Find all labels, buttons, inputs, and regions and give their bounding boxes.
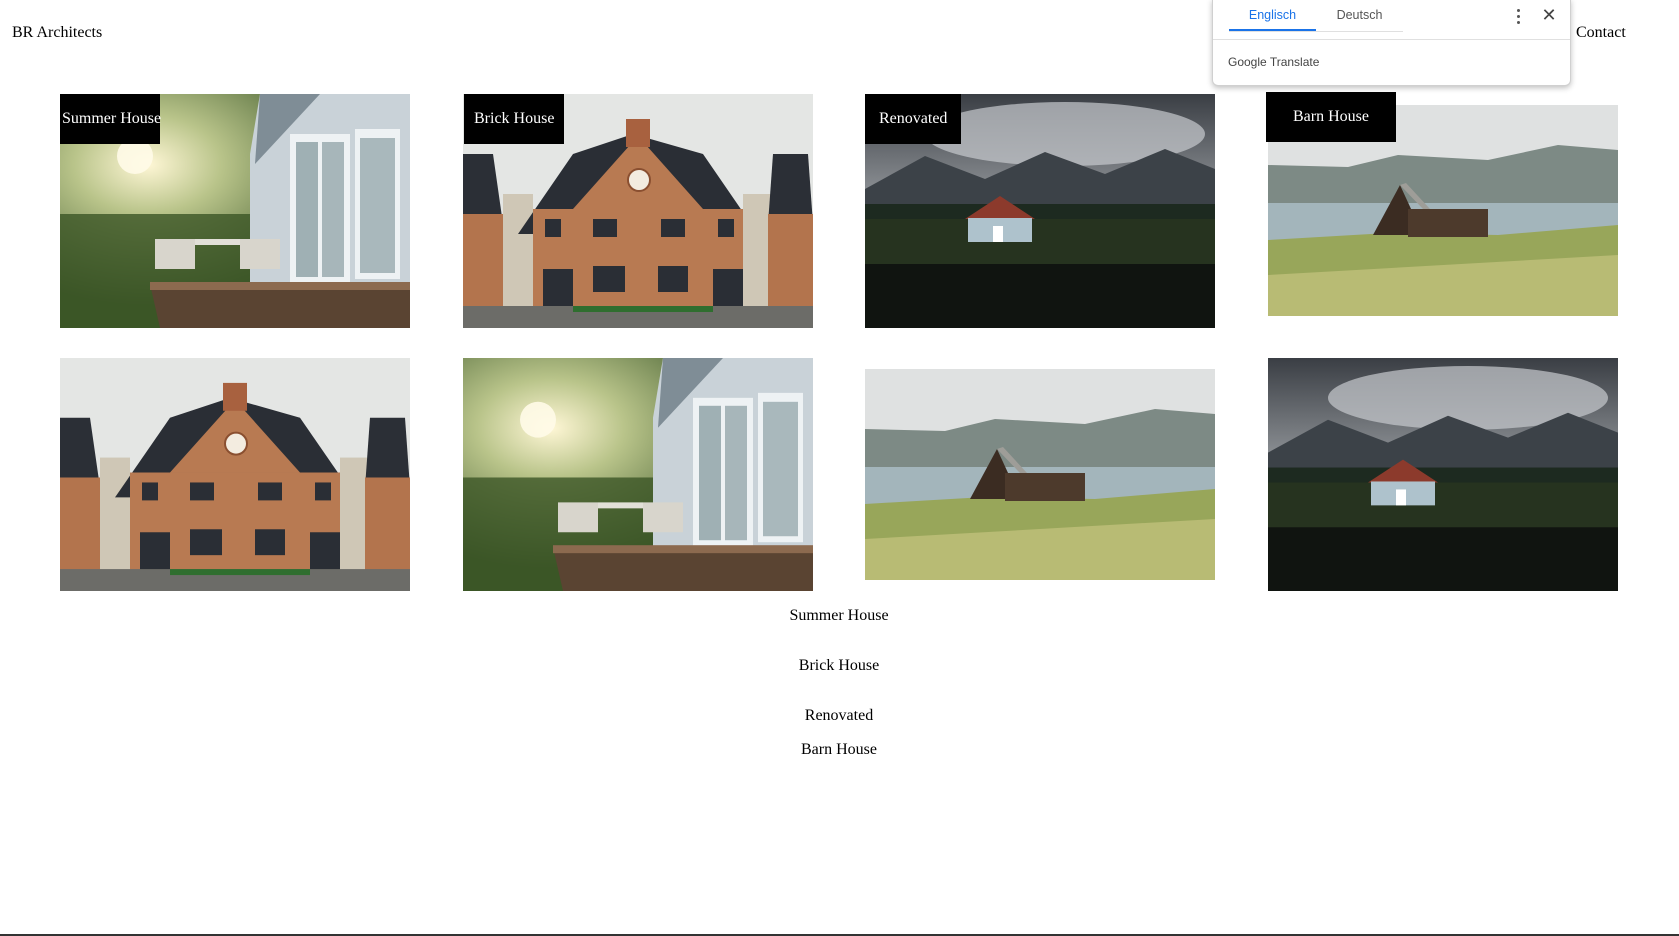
google-translate-popup: Englisch Deutsch ✕ Google Translate (1212, 0, 1571, 86)
gallery-image-row2-barn[interactable] (865, 369, 1215, 580)
tab-englisch[interactable]: Englisch (1229, 0, 1316, 31)
caption-renovated: Renovated (804, 707, 874, 724)
close-icon[interactable]: ✕ (1539, 4, 1559, 26)
language-tabs: Englisch Deutsch (1229, 0, 1403, 32)
image-label-summer-house: Summer House (60, 94, 161, 144)
more-vert-icon[interactable] (1509, 6, 1527, 26)
image-label-brick-house: Brick House (464, 94, 565, 144)
caption-brick-house: Brick House (798, 657, 880, 674)
site-title[interactable]: BR Architects (12, 24, 102, 42)
gallery-image-row2-summer[interactable] (463, 358, 813, 591)
caption-summer-house: Summer House (789, 607, 889, 624)
tab-deutsch[interactable]: Deutsch (1316, 0, 1403, 31)
gallery-image-row2-renovated[interactable] (1268, 358, 1618, 591)
caption-barn-house: Barn House (801, 741, 877, 758)
popup-divider (1213, 39, 1570, 40)
image-label-barn-house: Barn House (1266, 92, 1396, 142)
image-label-renovated: Renovated (865, 94, 962, 144)
google-translate-logo: Google Translate (1228, 55, 1320, 69)
contact-link[interactable]: Contact (1576, 24, 1626, 42)
gallery-image-row2-brick[interactable] (60, 358, 410, 591)
